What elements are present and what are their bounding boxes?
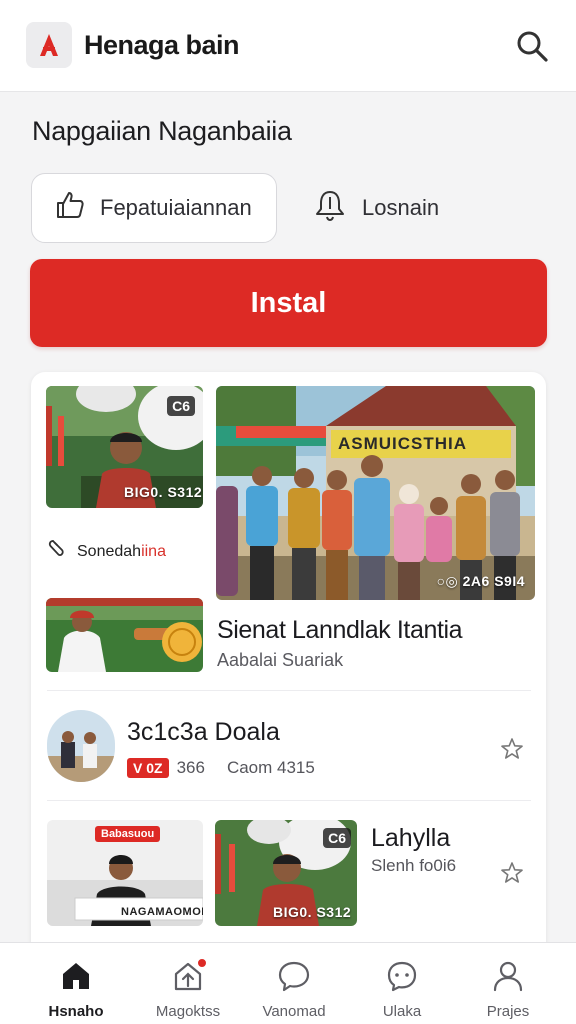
notify-button[interactable]: Losnain: [312, 182, 439, 234]
nav-label: Ulaka: [382, 1003, 422, 1020]
bottom-nav: Hsnaho Magoktss Vanomad Ulaka Prajes: [0, 942, 576, 1024]
search-icon[interactable]: [512, 26, 552, 66]
tag-icon: [47, 538, 69, 565]
video-thumbnail[interactable]: C6 BIG0. S312: [215, 820, 357, 926]
app-title: Henaga bain: [84, 30, 240, 60]
like-button-label: Fepatuiaiannan: [100, 195, 252, 220]
like-button[interactable]: Fepatuiaiannan: [31, 173, 277, 243]
app-header: Henaga bain: [0, 0, 576, 92]
video-thumbnail[interactable]: C6 BIG0. S312: [46, 386, 203, 508]
nav-label: Prajes: [486, 1003, 530, 1020]
thumbnail-caption: NAGAMAOMOEI: [121, 906, 203, 918]
row-title[interactable]: 3c1c3a Doala: [127, 718, 280, 747]
nav-label: Hsnaho: [48, 1003, 104, 1020]
chat-icon: [277, 959, 311, 997]
feed-card: C6 BIG0. S312 ASMUICSTHIA ○◎ 2A6 S9I4 So…: [31, 372, 546, 972]
profile-icon: [491, 959, 525, 997]
row-title[interactable]: Lahylla: [371, 824, 450, 853]
home-icon: [59, 959, 93, 997]
video-thumbnail[interactable]: Babasuou NAGAMAOMOEI: [47, 820, 203, 926]
row-meta-text: Slenh fo0i6: [371, 856, 457, 875]
story-thumbnail[interactable]: [46, 598, 203, 672]
thumbnail-overlay-text: BIG0. S312: [273, 904, 352, 920]
row-meta-number: 366: [176, 758, 205, 777]
divider: [47, 690, 531, 691]
banner-text: ASMUICSTHIA: [338, 434, 468, 453]
nav-item-upload[interactable]: Magoktss: [138, 943, 238, 1024]
divider: [47, 800, 531, 801]
notify-button-label: Losnain: [362, 195, 440, 220]
tag-row[interactable]: Sonedahiina: [47, 538, 166, 565]
group-photo[interactable]: ASMUICSTHIA ○◎ 2A6 S9I4: [216, 386, 535, 600]
install-button[interactable]: Instal: [30, 259, 547, 347]
nav-item-chat[interactable]: Vanomad: [244, 943, 344, 1024]
row-meta-text: Caom 4315: [226, 758, 315, 777]
badge-chip: V 0Z: [127, 758, 169, 778]
favorite-icon[interactable]: [497, 858, 527, 888]
nav-label: Vanomad: [262, 1003, 326, 1020]
story-subtitle: Aabalai Suariak: [217, 650, 344, 670]
row-meta: V 0Z 366 Caom 4315: [127, 758, 315, 778]
story-title[interactable]: Sienat Lanndlak Itantia: [217, 616, 463, 645]
thumbnail-overlay-text: BIG0. S312: [124, 484, 203, 500]
avatar-thumbnail[interactable]: [47, 710, 115, 782]
nav-item-messages[interactable]: Ulaka: [352, 943, 452, 1024]
tag-label: Sonedahiina: [77, 542, 166, 560]
thumbs-up-icon: [54, 189, 86, 227]
photo-overlay-text: ○◎ 2A6 S9I4: [436, 573, 525, 589]
nav-item-home[interactable]: Hsnaho: [26, 943, 126, 1024]
nav-item-profile[interactable]: Prajes: [458, 943, 558, 1024]
nav-label: Magoktss: [155, 1003, 221, 1020]
duration-badge: C6: [167, 396, 195, 416]
thumbnail-label: Babasuou: [95, 826, 161, 842]
page-title: Napgaiian Naganbaiia: [32, 116, 292, 146]
bell-icon: [312, 187, 348, 229]
message-icon: [385, 959, 419, 997]
duration-badge: C6: [323, 828, 351, 848]
app-logo-icon[interactable]: [26, 22, 72, 68]
favorite-icon[interactable]: [497, 734, 527, 764]
notification-dot: [196, 957, 208, 969]
